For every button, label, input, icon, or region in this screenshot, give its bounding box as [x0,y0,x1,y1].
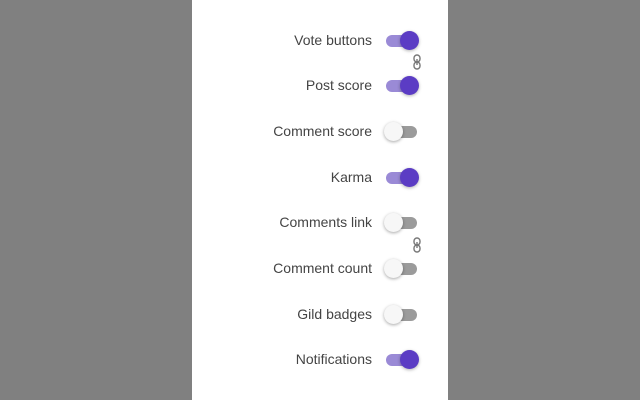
setting-label: Comment count [273,260,372,276]
toggle-thumb [384,305,403,324]
comment-score-toggle[interactable] [384,122,422,142]
setting-label: Karma [330,169,372,185]
setting-label: Comments link [279,214,372,230]
comments-link-toggle[interactable] [384,213,422,233]
setting-label: Gild badges [297,306,372,322]
toggle-thumb [400,31,419,50]
settings-panel: Vote buttons Post score Comment score Ka… [192,0,448,400]
toggle-thumb [400,168,419,187]
setting-row-gild-badges: Gild badges [192,299,448,329]
toggle-thumb [384,213,403,232]
gild-badges-toggle[interactable] [384,305,422,325]
setting-row-comment-count: Comment count [192,253,448,283]
setting-row-karma: Karma [192,162,448,192]
toggle-thumb [400,350,419,369]
page-backdrop: Vote buttons Post score Comment score Ka… [0,0,640,400]
comment-count-toggle[interactable] [384,259,422,279]
notifications-toggle[interactable] [386,350,422,370]
toggle-thumb [400,76,419,95]
setting-label: Vote buttons [294,32,372,48]
toggle-thumb [384,122,403,141]
setting-label: Notifications [295,351,372,367]
link-icon[interactable] [412,237,422,253]
toggle-thumb [384,259,403,278]
setting-row-notifications: Notifications [192,344,448,374]
karma-toggle[interactable] [386,168,422,188]
setting-row-post-score: Post score [192,70,448,100]
post-score-toggle[interactable] [386,76,422,96]
setting-label: Comment score [273,123,372,139]
vote-buttons-toggle[interactable] [386,31,422,51]
setting-label: Post score [305,77,372,93]
setting-row-comment-score: Comment score [192,116,448,146]
setting-row-vote-buttons: Vote buttons [192,25,448,55]
link-icon[interactable] [412,54,422,70]
setting-row-comments-link: Comments link [192,207,448,237]
